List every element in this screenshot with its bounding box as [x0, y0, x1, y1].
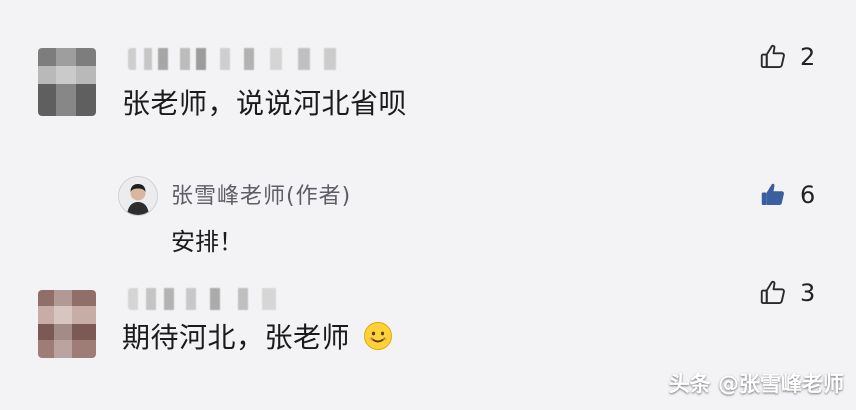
author-portrait-icon — [119, 177, 157, 215]
commenter-username-blurred[interactable] — [128, 48, 358, 70]
commenter-avatar[interactable] — [38, 290, 96, 358]
thumbs-up-icon — [760, 44, 785, 68]
like-count: 2 — [800, 43, 816, 71]
like-button[interactable]: 2 — [758, 40, 815, 74]
watermark: 头条 @张雪峰老师 — [668, 372, 844, 396]
reply-author-name[interactable]: 张雪峰老师(作者) — [171, 178, 351, 210]
commenter-avatar[interactable] — [38, 48, 96, 116]
smiling-face-emoji-icon — [364, 322, 393, 350]
comment-text-row: 期待河北，张老师 — [122, 316, 393, 356]
comment-text: 张老师，说说河北省呗 — [122, 87, 408, 120]
commenter-username-blurred[interactable] — [128, 288, 298, 310]
like-count: 6 — [800, 181, 816, 209]
author-avatar[interactable] — [118, 176, 158, 216]
like-button[interactable]: 6 — [758, 178, 815, 212]
thumbs-up-icon — [760, 280, 785, 304]
thumbs-up-icon — [761, 183, 784, 205]
like-count: 3 — [800, 279, 816, 307]
like-button[interactable]: 3 — [758, 276, 815, 310]
reply-text: 安排！ — [171, 228, 243, 256]
comment-text: 期待河北，张老师 — [122, 321, 351, 354]
